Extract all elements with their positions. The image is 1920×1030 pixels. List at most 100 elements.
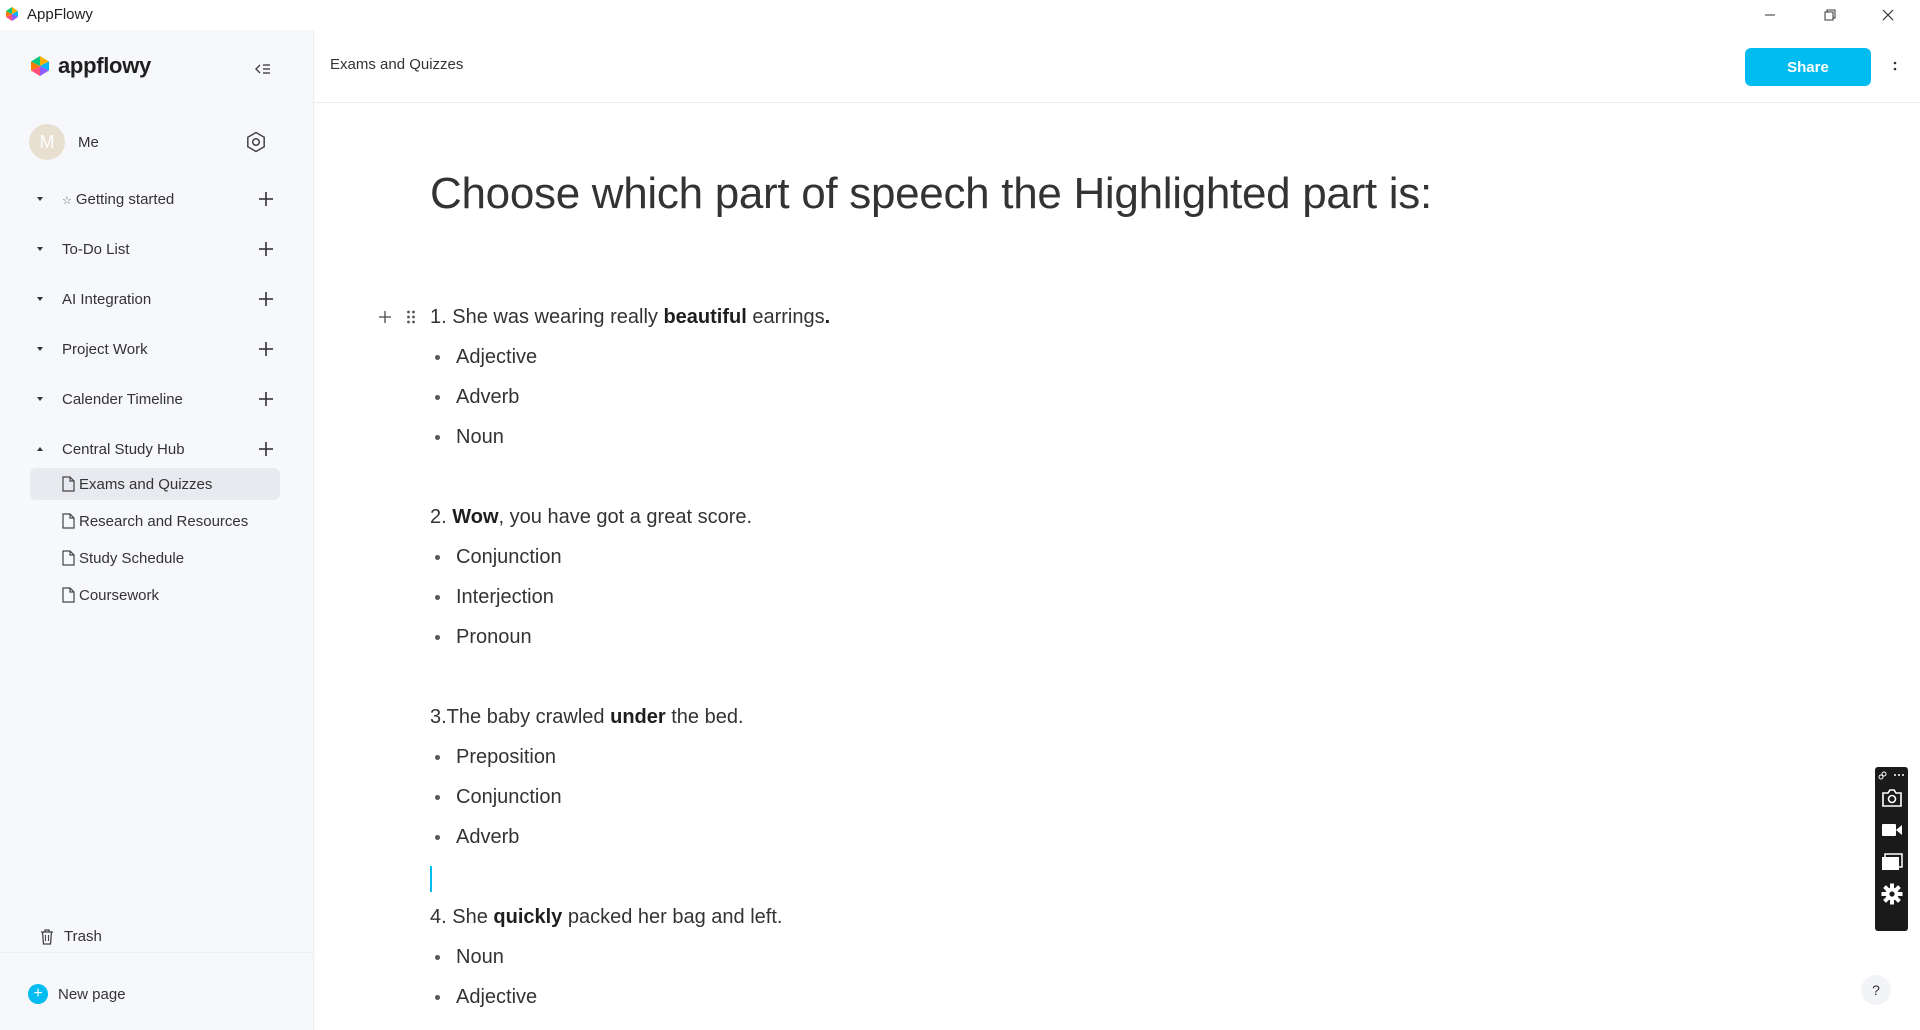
link-icon[interactable]: [1878, 771, 1887, 780]
star-icon: ☆: [62, 194, 72, 207]
list-item[interactable]: Adverb: [435, 826, 519, 849]
list-item[interactable]: Pronoun: [435, 626, 532, 649]
text-cursor: [430, 866, 432, 892]
appflowy-logo-icon: [31, 56, 49, 76]
list-item[interactable]: Conjunction: [435, 546, 562, 569]
sidebar-page-exams-and-quizzes[interactable]: Exams and Quizzes: [30, 468, 280, 500]
document-editor[interactable]: Choose which part of speech the Highligh…: [314, 103, 1920, 1030]
restore-button[interactable]: [1807, 0, 1853, 30]
recorder-settings-button[interactable]: [1879, 881, 1904, 906]
bullet-icon: [435, 355, 440, 360]
plus-icon: [259, 192, 273, 206]
add-page-button[interactable]: [254, 337, 278, 361]
settings-button[interactable]: [243, 129, 269, 155]
bullet-icon: [435, 635, 440, 640]
list-item[interactable]: Adjective: [435, 346, 537, 369]
caret-down-icon: [37, 197, 43, 201]
question-2[interactable]: 2. Wow, you have got a great score.: [430, 506, 752, 529]
share-button[interactable]: Share: [1745, 48, 1871, 86]
camera-icon: [1881, 788, 1902, 807]
expand-caret[interactable]: [28, 187, 52, 211]
list-item[interactable]: Noun: [435, 946, 504, 969]
bullet-icon: [435, 795, 440, 800]
trash-label: Trash: [64, 928, 102, 945]
close-icon: [1882, 9, 1894, 21]
trash-icon: [41, 928, 53, 945]
caret-down-icon: [37, 397, 43, 401]
sidebar: appflowy M Me ☆ Getting started To-Do Lis…: [0, 30, 314, 1030]
add-block-icon[interactable]: [378, 310, 392, 324]
appflowy-logo-icon: [6, 7, 18, 21]
expand-caret[interactable]: [28, 287, 52, 311]
expand-caret[interactable]: [28, 237, 52, 261]
list-item[interactable]: Interjection: [435, 586, 554, 609]
expand-caret[interactable]: [28, 337, 52, 361]
collapse-sidebar-button[interactable]: [251, 57, 275, 81]
question-4[interactable]: 4. She quickly packed her bag and left.: [430, 906, 782, 929]
plus-icon: [259, 392, 273, 406]
add-page-button[interactable]: [254, 387, 278, 411]
help-button[interactable]: ?: [1861, 975, 1891, 1005]
add-page-button[interactable]: [254, 187, 278, 211]
window-title: AppFlowy: [27, 6, 93, 23]
add-page-button[interactable]: [254, 437, 278, 461]
more-horizontal-icon[interactable]: [1893, 773, 1905, 777]
sidebar-item-project-work[interactable]: Project Work: [28, 331, 278, 367]
drag-handle-icon[interactable]: [406, 310, 416, 324]
trash-button[interactable]: Trash: [40, 928, 102, 945]
more-vertical-icon: [1893, 61, 1897, 71]
sidebar-page-coursework[interactable]: Coursework: [30, 579, 280, 611]
sidebar-item-label: Central Study Hub: [62, 440, 185, 458]
sidebar-page-label: Coursework: [79, 586, 160, 604]
app-logo: appflowy: [28, 53, 151, 79]
avatar: M: [29, 124, 65, 160]
logo-text: appflowy: [58, 53, 151, 78]
question-1[interactable]: 1. She was wearing really beautiful earr…: [430, 306, 830, 329]
sidebar-page-study-schedule[interactable]: Study Schedule: [30, 542, 280, 574]
plus-icon: [259, 292, 273, 306]
bullet-icon: [435, 835, 440, 840]
add-page-button[interactable]: [254, 287, 278, 311]
caret-down-icon: [37, 297, 43, 301]
plus-icon: [259, 342, 273, 356]
page-title[interactable]: Choose which part of speech the Highligh…: [430, 169, 1432, 219]
sidebar-page-research-and-resources[interactable]: Research and Resources: [30, 505, 280, 537]
record-video-button[interactable]: [1879, 817, 1904, 842]
highlighted-word: under: [610, 706, 666, 728]
sidebar-item-getting-started[interactable]: ☆ Getting started: [28, 181, 278, 217]
screenshot-button[interactable]: [1879, 785, 1904, 810]
list-item[interactable]: Noun: [435, 426, 504, 449]
close-button[interactable]: [1865, 0, 1911, 30]
gallery-icon: [1881, 852, 1903, 870]
bullet-icon: [435, 435, 440, 440]
sidebar-item-to-do-list[interactable]: To-Do List: [28, 231, 278, 267]
breadcrumb[interactable]: Exams and Quizzes: [330, 56, 463, 73]
restore-icon: [1824, 9, 1836, 21]
new-page-button[interactable]: + New page: [28, 984, 126, 1004]
sidebar-item-ai-integration[interactable]: AI Integration: [28, 281, 278, 317]
gallery-button[interactable]: [1879, 849, 1904, 874]
sidebar-item-central-study-hub[interactable]: Central Study Hub: [28, 431, 278, 467]
minimize-button[interactable]: [1747, 0, 1793, 30]
recorder-toolbar: [1875, 767, 1908, 931]
plus-icon: [259, 242, 273, 256]
question-3[interactable]: 3.The baby crawled under the bed.: [430, 706, 744, 729]
expand-caret[interactable]: [28, 387, 52, 411]
sidebar-page-label: Exams and Quizzes: [79, 475, 213, 493]
collapse-caret[interactable]: [28, 437, 52, 461]
settings-icon: [247, 131, 265, 153]
list-item[interactable]: Adjective: [435, 986, 537, 1009]
highlighted-word: quickly: [493, 906, 563, 928]
list-item[interactable]: Conjunction: [435, 786, 562, 809]
list-item[interactable]: Preposition: [435, 746, 556, 769]
document-icon: [60, 475, 76, 493]
list-item[interactable]: Adverb: [435, 386, 519, 409]
caret-down-icon: [37, 247, 43, 251]
caret-up-icon: [37, 447, 43, 451]
user-profile[interactable]: M Me: [29, 124, 99, 160]
add-page-button[interactable]: [254, 237, 278, 261]
sidebar-item-calender-timeline[interactable]: Calender Timeline: [28, 381, 278, 417]
highlighted-word: beautiful: [663, 306, 747, 328]
bullet-icon: [435, 955, 440, 960]
more-options-button[interactable]: [1885, 56, 1905, 78]
